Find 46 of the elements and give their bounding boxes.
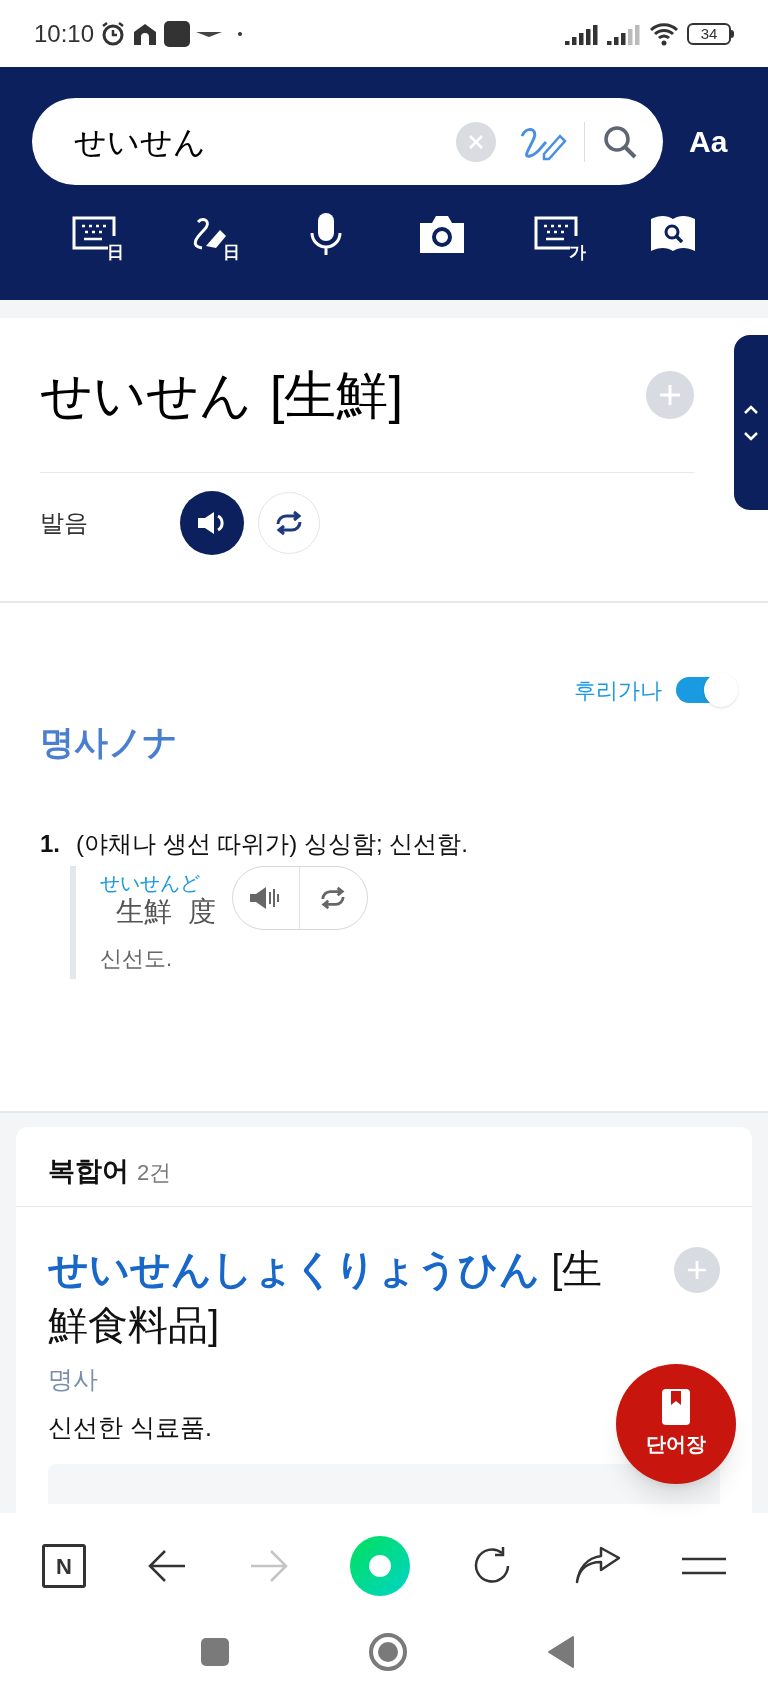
wing-icon xyxy=(196,29,223,38)
signal-icon xyxy=(565,22,599,45)
bookmark-icon xyxy=(662,1389,690,1425)
tool-badge-label: 日 xyxy=(107,244,124,261)
chevron-up-icon[interactable] xyxy=(743,404,759,415)
example-text: 生鮮 度 xyxy=(115,895,216,929)
compound-section-title: 복합어 xyxy=(48,1155,129,1188)
wifi-icon xyxy=(649,21,679,46)
example-translation: 신선도. xyxy=(100,945,174,973)
battery-level: 34 xyxy=(700,26,718,41)
furigana-toggle[interactable] xyxy=(676,673,738,707)
back-nav-icon[interactable] xyxy=(547,1635,575,1669)
recent-apps-button[interactable] xyxy=(201,1638,229,1666)
plus-icon xyxy=(659,384,681,406)
book-search-icon xyxy=(648,215,697,253)
compound-meaning: 신선한 식료품. xyxy=(48,1411,212,1443)
compound-count: 2건 xyxy=(137,1159,172,1187)
headword: せいせん xyxy=(40,365,252,426)
sense-number: 1. xyxy=(40,829,61,859)
plus-icon xyxy=(687,1260,707,1280)
part-of-speech: 명사ノナ xyxy=(40,722,179,763)
furigana-label: 후리가나 xyxy=(574,676,662,705)
close-icon xyxy=(468,133,484,150)
menu-icon[interactable] xyxy=(681,1556,726,1576)
signal-icon xyxy=(607,22,641,45)
tool-badge-label: 가 xyxy=(569,244,587,261)
compound-pos: 명사 xyxy=(48,1364,99,1395)
scroll-nav-tab[interactable] xyxy=(734,335,768,510)
status-time: 10:10 xyxy=(34,18,95,49)
search-value: せいせん xyxy=(74,122,207,162)
app-icon xyxy=(164,20,191,47)
example-furigana: せいせんど xyxy=(100,872,201,894)
camera-icon xyxy=(417,213,466,255)
pronunciation-label: 발음 xyxy=(40,508,89,538)
search-field[interactable]: せいせん xyxy=(32,98,663,185)
repeat-icon xyxy=(274,510,304,536)
home-button[interactable] xyxy=(369,1633,407,1671)
back-icon[interactable] xyxy=(147,1548,188,1584)
headword-hanja: [生鮮] xyxy=(270,365,403,426)
tool-badge-label: 日 xyxy=(222,244,240,261)
font-size-button[interactable]: Aa xyxy=(689,119,728,164)
chevron-down-icon[interactable] xyxy=(743,430,759,441)
compound-title[interactable]: せいせんしょくりょうひん [生鮮食料品] xyxy=(48,1241,638,1353)
home-logo-button[interactable]: N xyxy=(42,1544,86,1588)
sense-text: (야채나 생선 따위가) 싱싱함; 신선함. xyxy=(76,829,468,859)
share-icon[interactable] xyxy=(574,1546,621,1586)
